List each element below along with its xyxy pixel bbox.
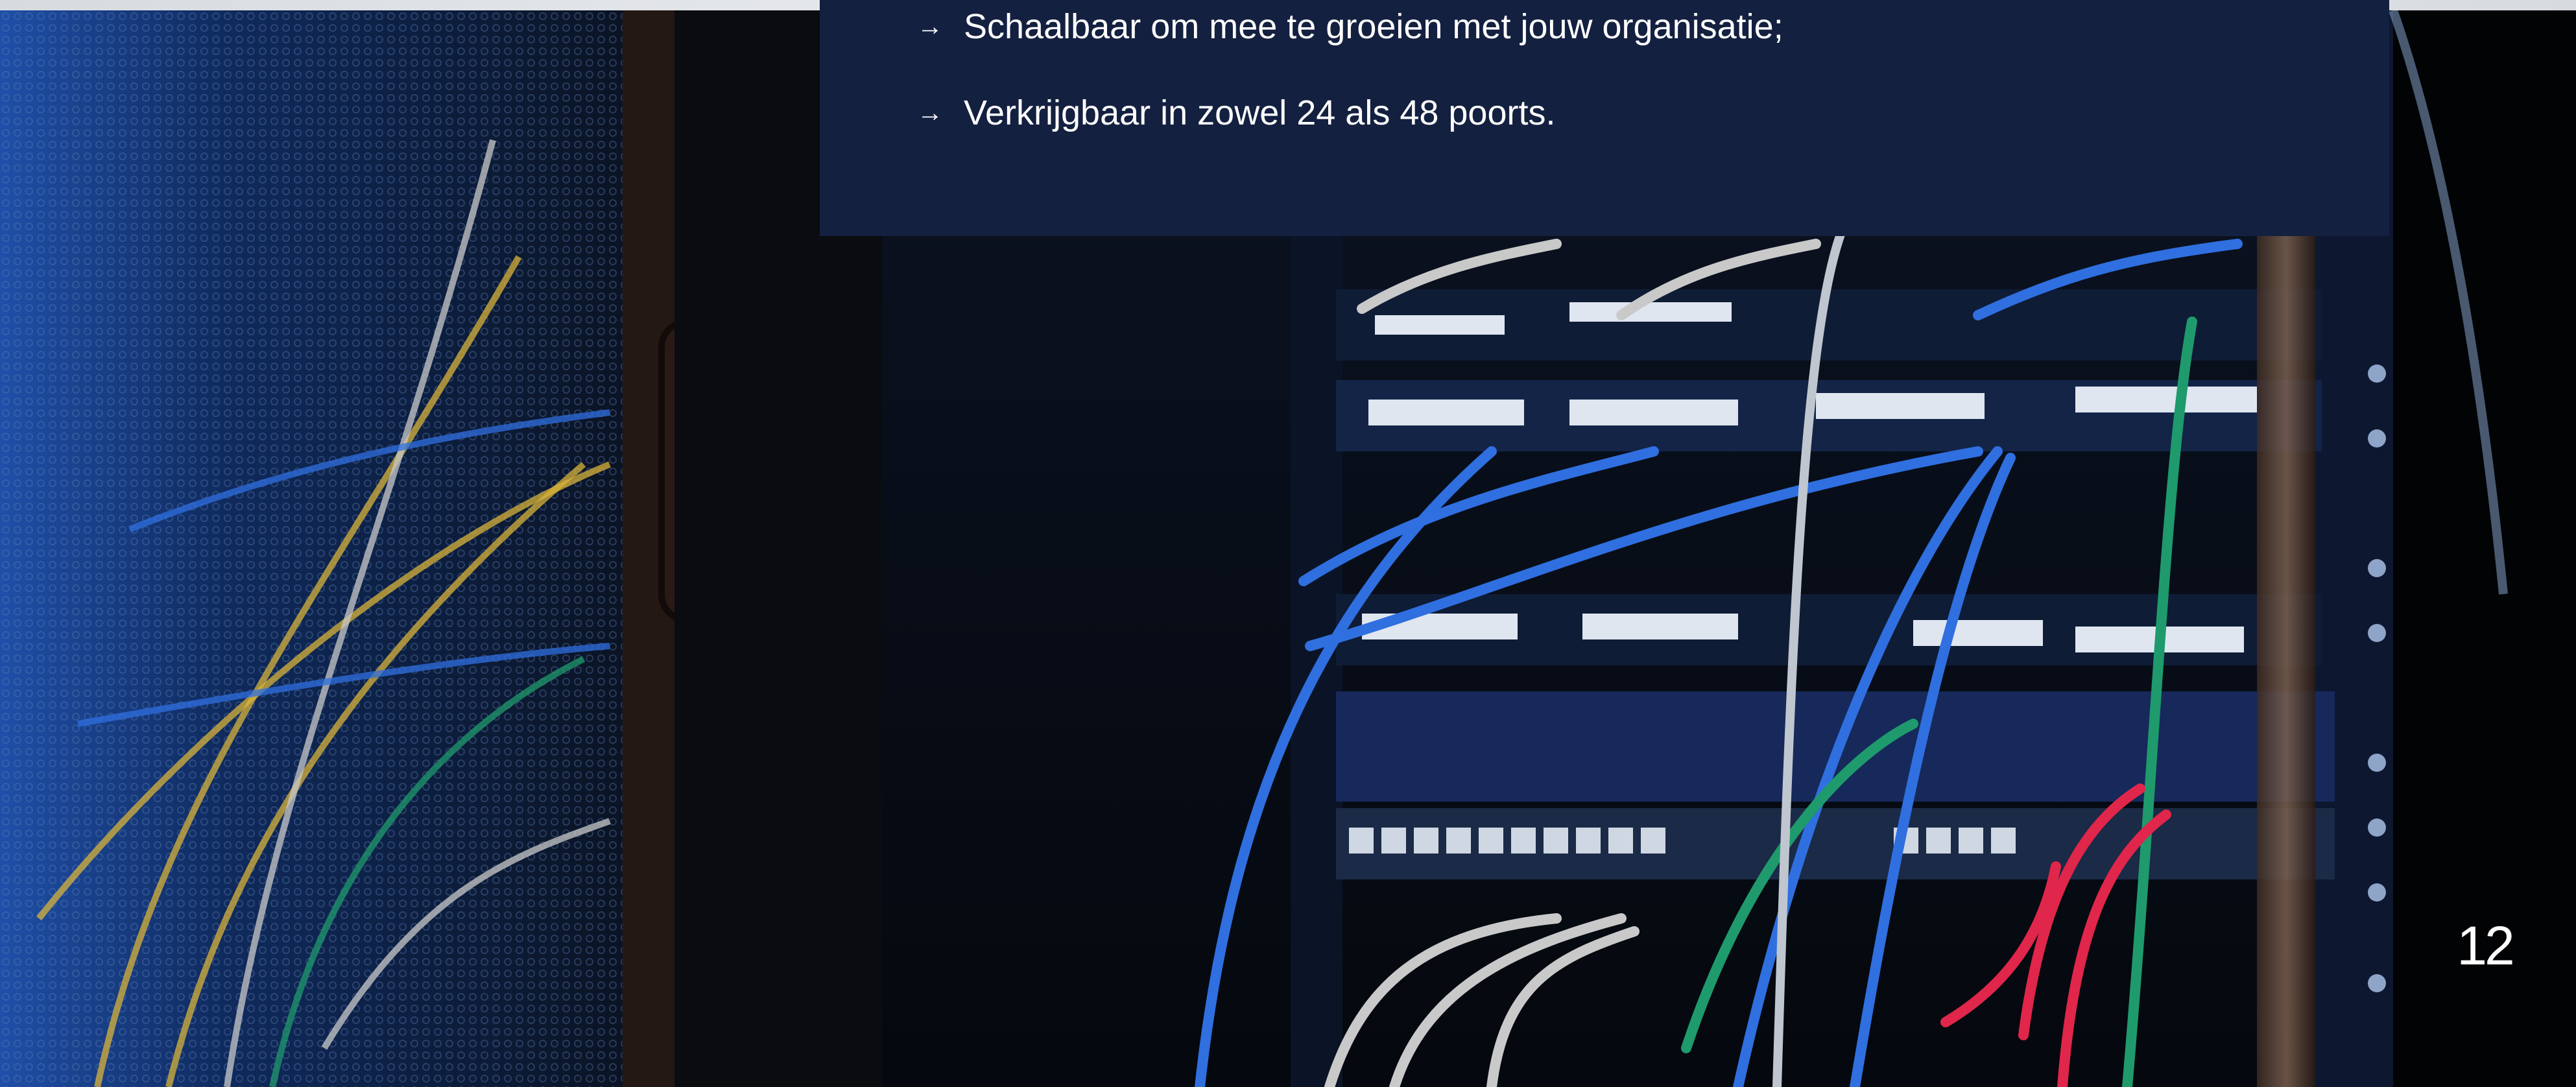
arrow-right-icon: → bbox=[917, 12, 943, 41]
feature-list: → Schaalbaar om mee te groeien met jouw … bbox=[917, 0, 1783, 134]
feature-text: Verkrijgbaar in zowel 24 als 48 poorts. bbox=[964, 93, 1556, 132]
arrow-right-icon: → bbox=[917, 99, 943, 127]
feature-item: → Schaalbaar om mee te groeien met jouw … bbox=[917, 6, 1783, 47]
feature-item: → Verkrijgbaar in zowel 24 als 48 poorts… bbox=[917, 92, 1783, 134]
slide-page: → Schaalbaar om mee te groeien met jouw … bbox=[0, 0, 2576, 1087]
feature-text: Schaalbaar om mee te groeien met jouw or… bbox=[964, 7, 1783, 46]
page-number: 12 bbox=[2457, 915, 2514, 976]
content-panel: → Schaalbaar om mee te groeien met jouw … bbox=[820, 0, 2389, 236]
